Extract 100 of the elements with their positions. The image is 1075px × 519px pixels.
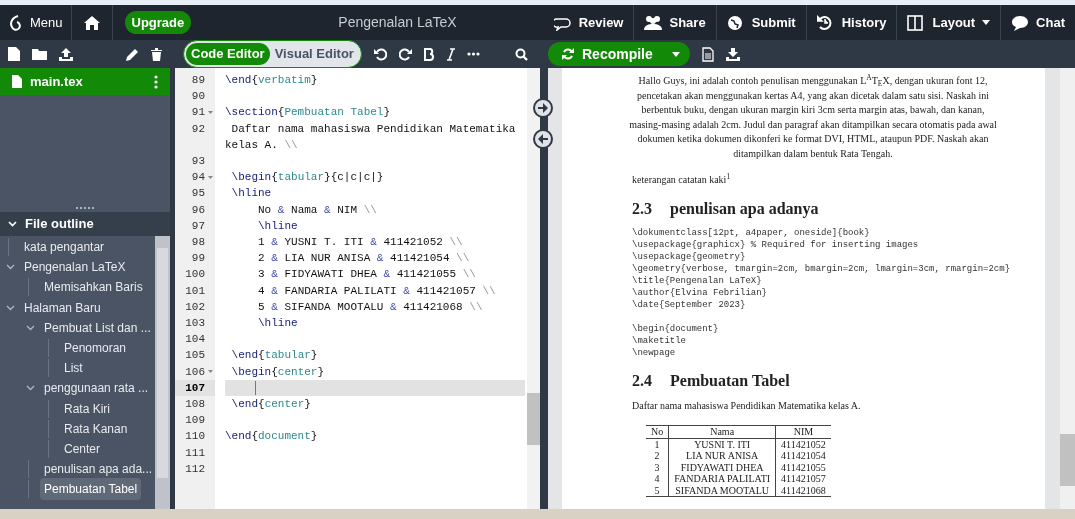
code-line: \hline — [257, 317, 298, 329]
italic-icon[interactable] — [446, 47, 455, 61]
line-number: 110 — [184, 429, 205, 445]
new-file-icon[interactable] — [8, 47, 20, 61]
file-icon — [12, 75, 22, 88]
section-number: 2.3 — [632, 199, 652, 219]
search-icon[interactable] — [515, 47, 528, 61]
table-cell: FIDYAWATI DHEA — [668, 461, 776, 473]
section-heading: penulisan apa adanya — [670, 199, 819, 219]
outline-item[interactable]: Memisahkan Baris — [40, 276, 147, 299]
trash-icon[interactable] — [151, 47, 162, 61]
code-line: \hline — [230, 187, 272, 200]
outline-item[interactable]: List — [60, 357, 87, 380]
code-line: \dokumentclass[12pt, a4paper, oneside]{book} — [632, 227, 871, 239]
line-number: 92 — [190, 121, 205, 137]
line-number: 103 — [184, 316, 205, 332]
recompile-button[interactable]: Recompile — [548, 42, 690, 66]
code-line: \section{Pembuatan Tabel} — [225, 106, 391, 119]
chevron-icon[interactable] — [26, 385, 35, 392]
outline-item[interactable]: penulisan apa ada... — [40, 458, 155, 481]
chevron-icon[interactable] — [26, 324, 35, 331]
code-line: \usepackage{graphicx} % Required for inserting images — [632, 239, 920, 251]
scrollbar[interactable] — [1060, 68, 1075, 509]
code-line: \begin{center} — [230, 365, 325, 378]
outline-item[interactable]: Pembuat List dan ... — [40, 316, 155, 339]
table-cell: 411421068 — [775, 484, 831, 497]
table-header: No — [646, 425, 669, 438]
line-number: 106 — [184, 364, 205, 380]
code-line: \end{verbatim} — [225, 74, 318, 86]
scrollbar[interactable] — [155, 236, 170, 509]
scrollbar[interactable] — [527, 68, 540, 509]
outline-item[interactable]: Center — [60, 437, 105, 460]
editor-mode-tab[interactable]: Visual Editor — [269, 43, 359, 65]
table-cell: 411421057 — [775, 473, 831, 485]
line-number: 108 — [184, 397, 205, 413]
outline-item[interactable]: kata pengantar — [20, 236, 109, 259]
section-number: 2.4 — [632, 371, 652, 391]
fold-caret-icon[interactable] — [207, 175, 213, 179]
upgrade-button[interactable]: Upgrade — [124, 10, 192, 35]
refresh-icon — [562, 48, 574, 60]
kebab-menu-icon — [154, 74, 158, 89]
line-number: 97 — [190, 218, 205, 234]
chat-button[interactable]: Chat — [1001, 5, 1075, 40]
line-number: 95 — [190, 186, 205, 202]
download-icon[interactable] — [726, 47, 740, 61]
undo-icon[interactable] — [373, 47, 387, 61]
outline-item[interactable]: Halaman Baru — [20, 296, 105, 319]
outline-item[interactable]: Rata Kiri — [60, 397, 114, 420]
table-header: NIM — [775, 425, 831, 438]
folder-icon[interactable] — [32, 48, 47, 60]
line-number: 90 — [190, 89, 205, 105]
fold-caret-icon[interactable] — [207, 370, 213, 374]
caret-icon — [982, 20, 991, 25]
code-line: \geometry{verbose, tmargin=2cm, bmargin=2cm, lmargin=3cm, rmargin=2cm} — [632, 263, 1012, 275]
line-number: 89 — [190, 73, 205, 88]
code-line: 4 & FANDARIA PALILATI & 411421057 \\ — [257, 284, 496, 297]
arrow-left-icon — [538, 134, 548, 144]
line-number: 98 — [190, 235, 205, 250]
code-line: 2 & LIA NUR ANISA & 411421054 \\ — [257, 252, 470, 265]
outline-item[interactable]: Pengenalan LaTeX — [20, 256, 130, 279]
outline-item[interactable]: Rata Kanan — [60, 417, 132, 440]
outline-item[interactable]: penggunaan rata ... — [40, 377, 153, 400]
upload-icon[interactable] — [59, 47, 73, 61]
code-line: \hline — [257, 219, 298, 232]
table-cell: FANDARIA PALILATI — [668, 473, 776, 485]
chevron-icon[interactable] — [6, 264, 15, 271]
chat-icon — [1011, 14, 1030, 31]
arrow-right-icon — [538, 103, 548, 113]
section-heading: Pembuatan Tabel — [670, 371, 790, 391]
line-number: 99 — [190, 251, 205, 267]
line-number: 94 — [190, 170, 205, 186]
fold-caret-icon[interactable] — [207, 111, 213, 114]
table-cell: 5 — [646, 484, 669, 497]
redo-icon[interactable] — [398, 47, 412, 61]
file-item[interactable]: main.tex — [0, 68, 170, 95]
code-line: No & Nama & NIM \\ — [257, 203, 377, 216]
pencil-icon[interactable] — [126, 47, 139, 61]
document-icon[interactable] — [702, 46, 714, 62]
editor-mode-tab[interactable]: Code Editor — [186, 43, 270, 65]
outline-item[interactable]: Pembuatan Tabel — [40, 478, 142, 501]
line-number: 101 — [184, 283, 205, 299]
code-line: \begin{tabular}{c|c|c|} — [230, 171, 384, 184]
resize-handle-icon[interactable] — [76, 206, 94, 210]
code-line: \begin{document} — [632, 323, 720, 335]
table-cell: LIA NUR ANISA — [668, 450, 776, 462]
line-number: 104 — [184, 332, 205, 348]
table-cell: SIFANDA MOOTALU — [668, 484, 776, 497]
code-line: 1 & YUSNI T. ITI & 411421052 \\ — [257, 236, 463, 248]
more-icon[interactable] — [466, 52, 480, 56]
line-number: 111 — [184, 445, 205, 461]
bold-icon[interactable] — [423, 47, 435, 61]
line-number: 100 — [184, 267, 205, 283]
caret-icon[interactable] — [672, 51, 680, 57]
code-line: 5 & SIFANDA MOOTALU & 411421068 \\ — [257, 300, 483, 313]
table-header: Nama — [668, 425, 776, 438]
code-line: \author{Elvina Febrilian} — [632, 287, 769, 299]
outline-item[interactable]: Penomoran — [60, 337, 131, 360]
code-line: \usepackage{geometry} — [632, 251, 747, 263]
chevron-icon[interactable] — [6, 304, 15, 311]
code-line: \newpage — [632, 347, 677, 359]
